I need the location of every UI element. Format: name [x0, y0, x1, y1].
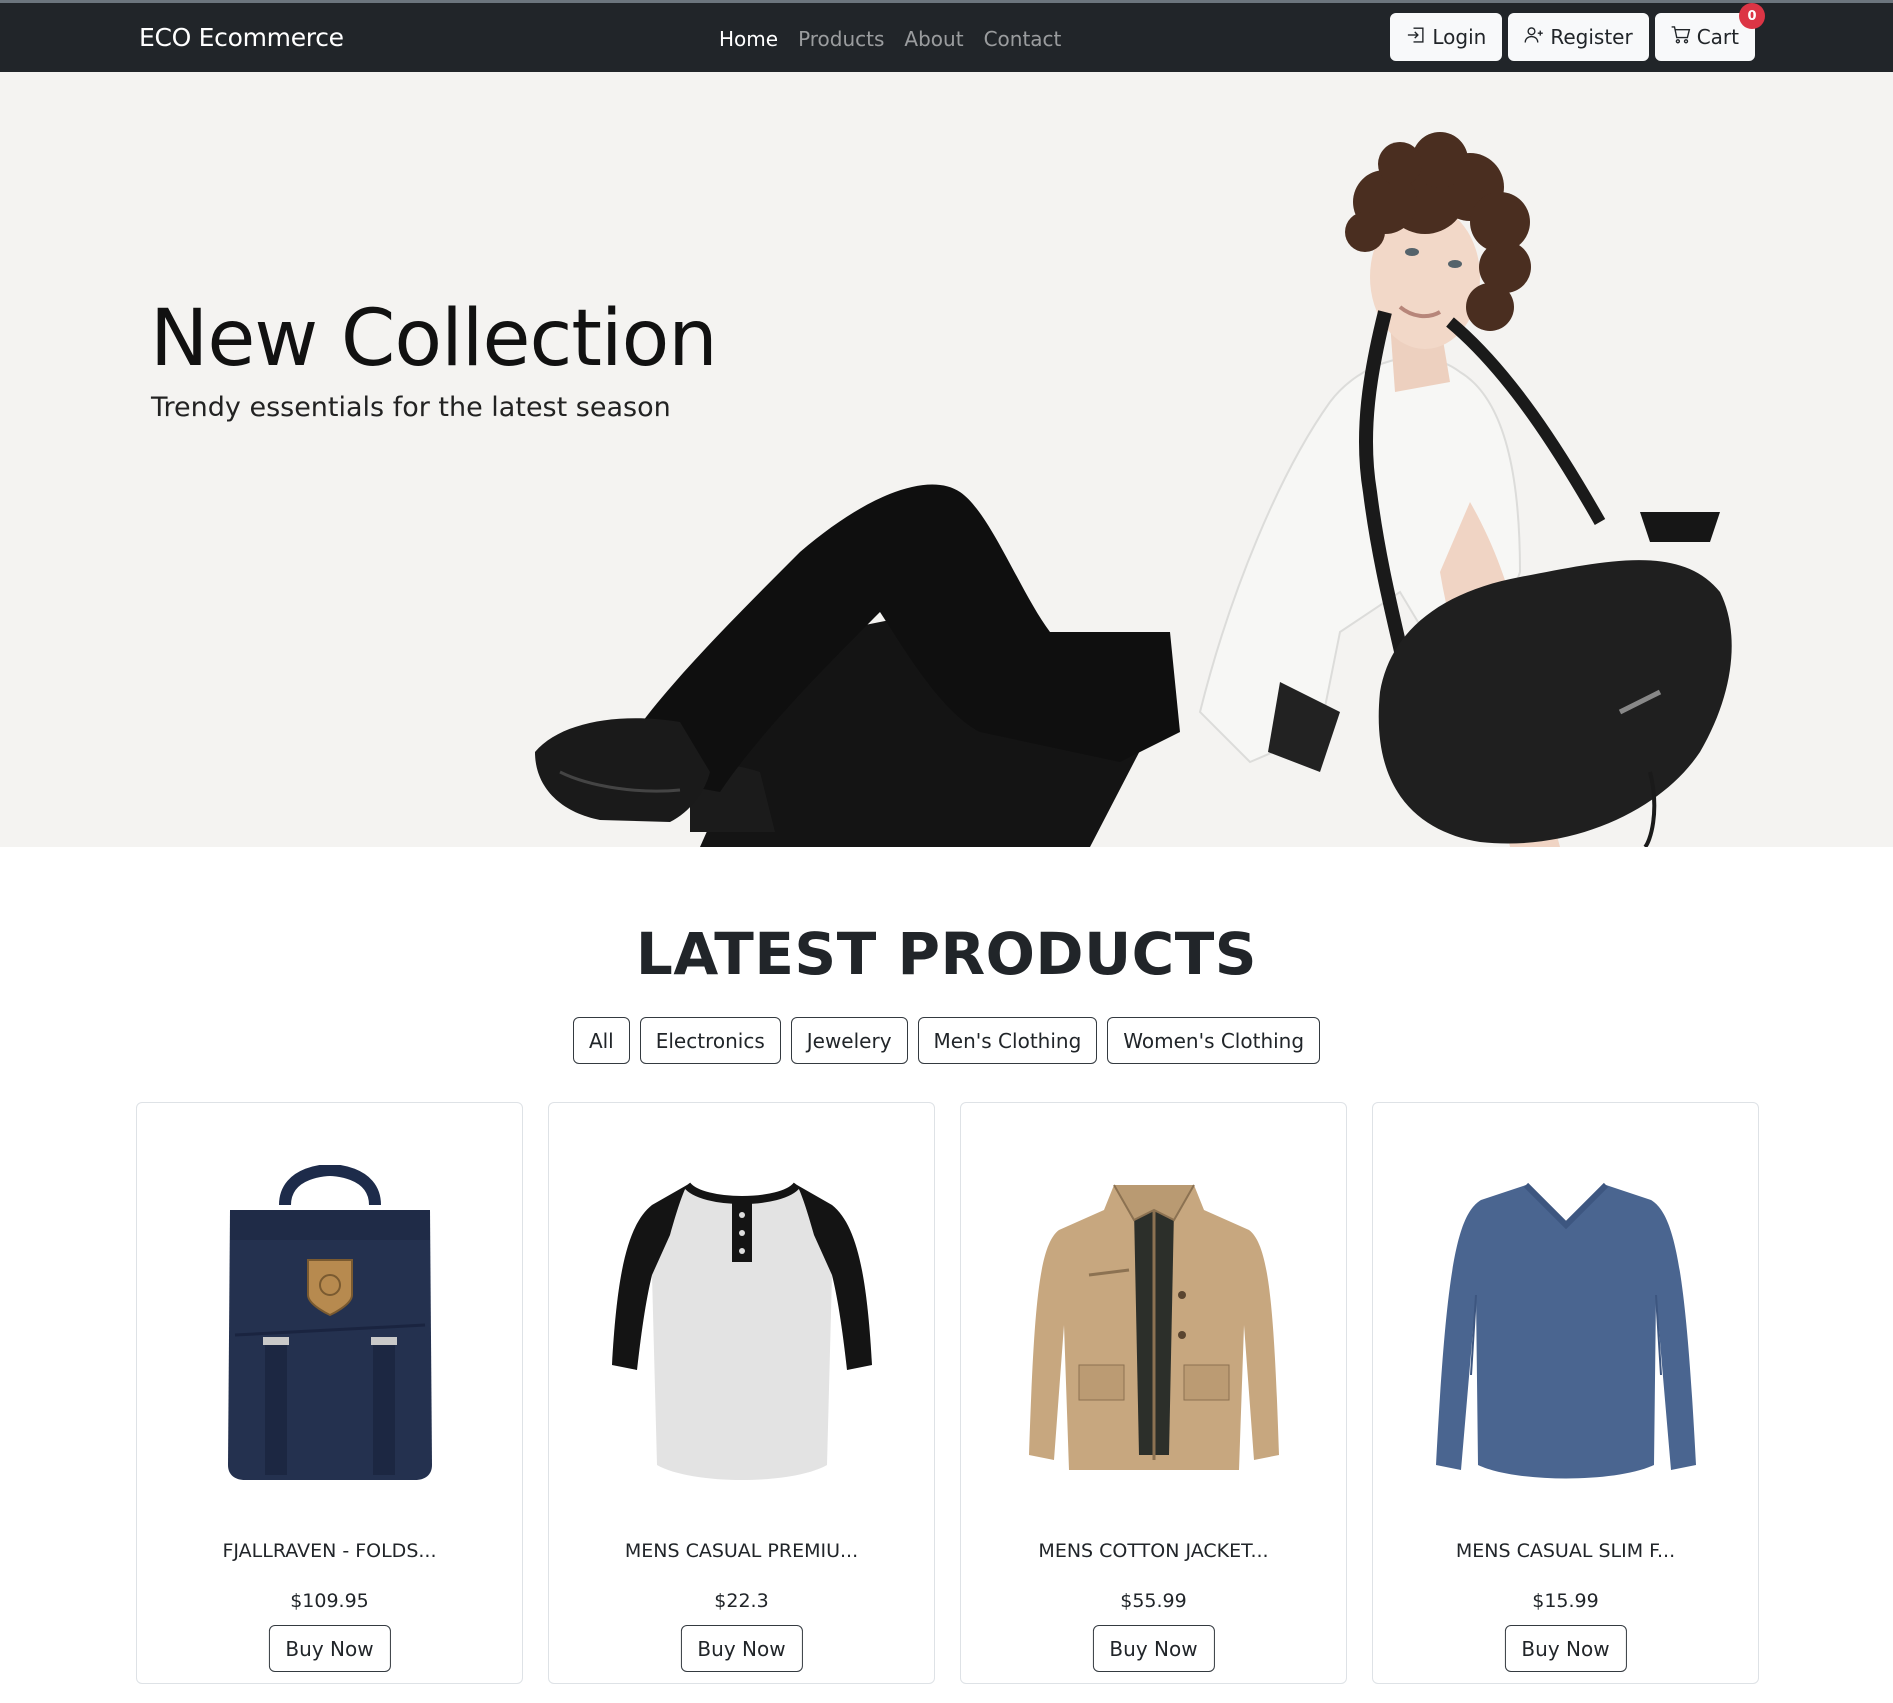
longsleeve-shirt-image: [1436, 1182, 1696, 1479]
product-card: FJALLRAVEN - FOLDS... $109.95 Buy Now: [136, 1102, 523, 1684]
nav-link-home[interactable]: Home: [719, 27, 778, 51]
jacket-image: [1029, 1184, 1279, 1470]
hero-title: New Collection: [150, 294, 718, 384]
register-button[interactable]: Register: [1508, 13, 1649, 61]
hero-subtitle: Trendy essentials for the latest season: [151, 392, 671, 423]
cart-label: Cart: [1696, 25, 1739, 49]
filter-jewelery-button[interactable]: Jewelery: [790, 1017, 908, 1064]
login-icon: [1406, 25, 1426, 50]
product-title[interactable]: MENS COTTON JACKET...: [961, 1540, 1346, 1562]
filter-electronics-button[interactable]: Electronics: [639, 1017, 781, 1064]
buy-now-button[interactable]: Buy Now: [268, 1625, 391, 1672]
nav-links: Home Products About Contact: [719, 27, 1061, 51]
register-label: Register: [1550, 25, 1633, 49]
filter-all-button[interactable]: All: [572, 1017, 630, 1064]
login-button[interactable]: Login: [1390, 13, 1503, 61]
backpack-image: [228, 1165, 432, 1480]
buy-now-button[interactable]: Buy Now: [1504, 1625, 1627, 1672]
filter-mens-clothing-button[interactable]: Men's Clothing: [917, 1017, 1098, 1064]
product-price: $109.95: [290, 1590, 369, 1612]
product-title[interactable]: MENS CASUAL PREMIU...: [549, 1540, 934, 1562]
product-grid: FJALLRAVEN - FOLDS... $109.95 Buy Now ME…: [136, 1102, 1759, 1684]
cart-count-badge: 0: [1739, 3, 1765, 29]
add-user-icon: [1524, 25, 1544, 50]
product-price: $22.3: [714, 1590, 769, 1612]
hero-model-image: [535, 132, 1732, 847]
product-card: MENS CASUAL SLIM F... $15.99 Buy Now: [1372, 1102, 1759, 1684]
filter-womens-clothing-button[interactable]: Women's Clothing: [1107, 1017, 1321, 1064]
product-title[interactable]: FJALLRAVEN - FOLDS...: [137, 1540, 522, 1562]
raglan-tshirt-image: [612, 1182, 872, 1480]
product-price: $15.99: [1532, 1590, 1599, 1612]
nav-buttons: Login Register Cart 0: [1390, 3, 1765, 61]
cart-icon: [1671, 25, 1691, 50]
navbar: ECO Ecommerce Home Products About Contac…: [0, 3, 1893, 72]
buy-now-button[interactable]: Buy Now: [1092, 1625, 1215, 1672]
nav-link-products[interactable]: Products: [798, 27, 884, 51]
product-card: MENS CASUAL PREMIU... $22.3 Buy Now: [548, 1102, 935, 1684]
brand-logo[interactable]: ECO Ecommerce: [139, 23, 344, 52]
product-card: MENS COTTON JACKET... $55.99 Buy Now: [960, 1102, 1347, 1684]
cart-button[interactable]: Cart 0: [1654, 3, 1765, 61]
product-price: $55.99: [1120, 1590, 1187, 1612]
login-label: Login: [1432, 25, 1487, 49]
product-title[interactable]: MENS CASUAL SLIM F...: [1373, 1540, 1758, 1562]
nav-link-about[interactable]: About: [904, 27, 963, 51]
latest-products-heading: LATEST PRODUCTS: [635, 920, 1258, 988]
hero-banner: New Collection Trendy essentials for the…: [0, 72, 1893, 847]
nav-link-contact[interactable]: Contact: [984, 27, 1062, 51]
category-filters: All Electronics Jewelery Men's Clothing …: [0, 1017, 1893, 1064]
buy-now-button[interactable]: Buy Now: [680, 1625, 803, 1672]
